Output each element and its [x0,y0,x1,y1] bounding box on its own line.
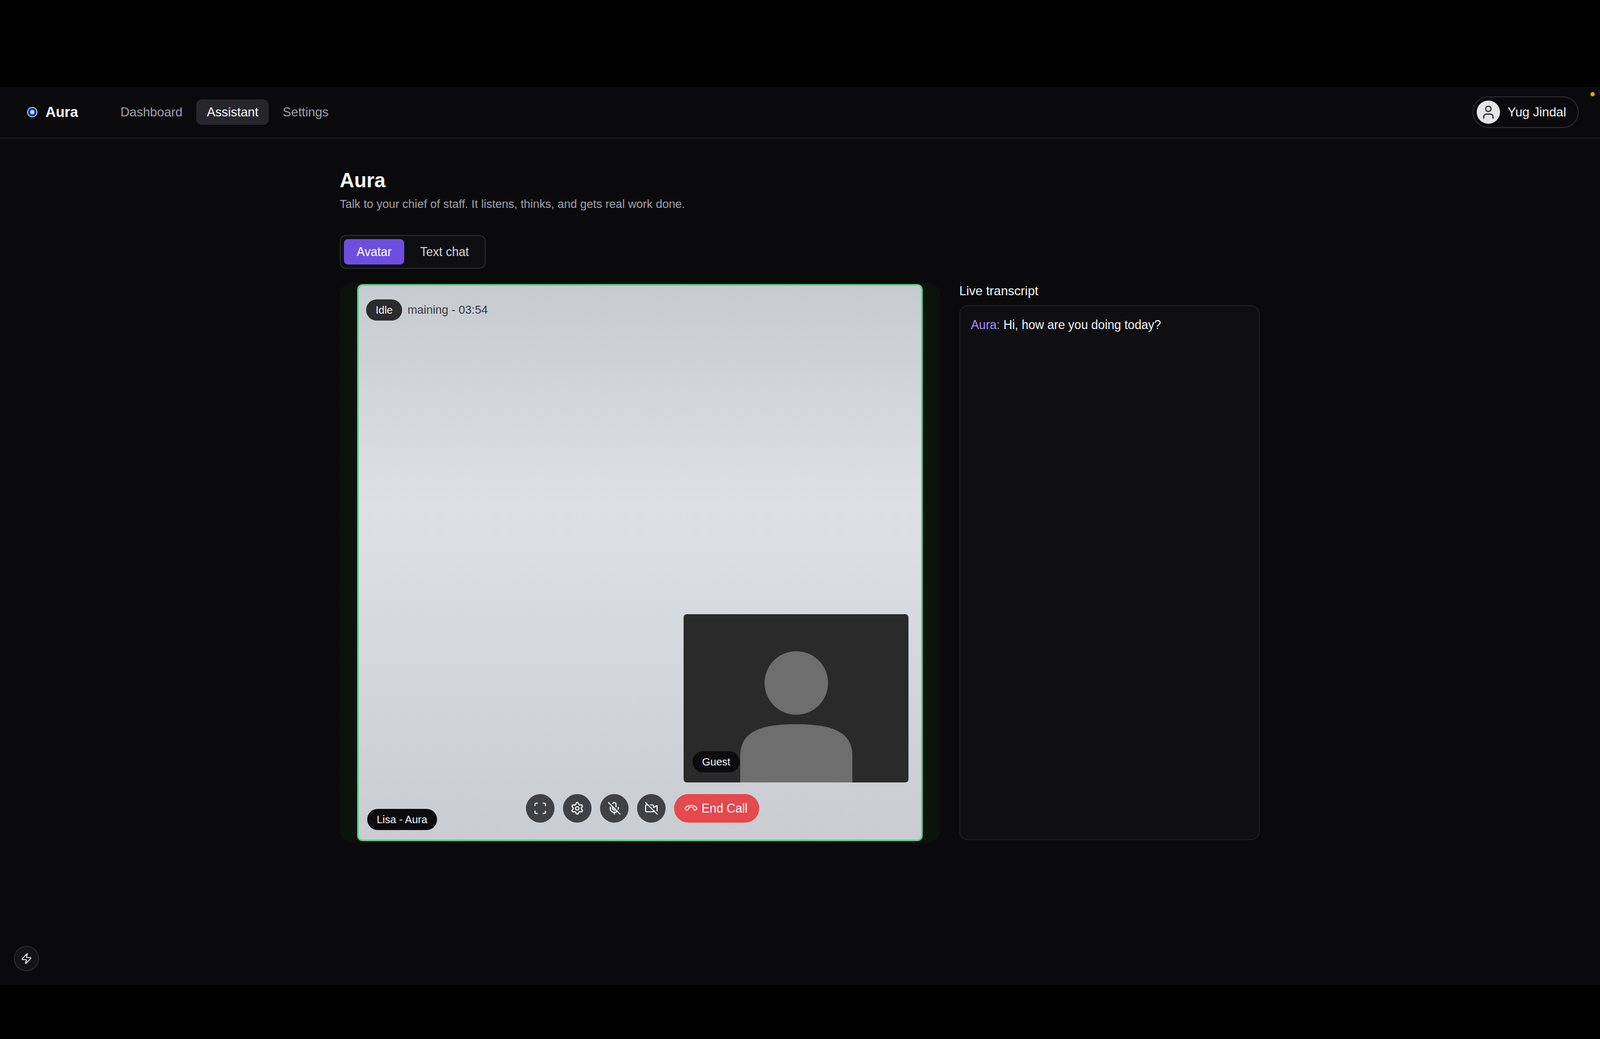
bottom-band [0,985,1600,1039]
end-call-button[interactable]: End Call [674,794,760,823]
main: Aura Talk to your chief of staff. It list… [0,138,1600,843]
mode-tab[interactable]: Avatar [343,239,405,265]
user-name: Yug Jindal [1507,104,1567,120]
timer: maining - 03:54 [407,303,488,317]
mic-off-icon [607,801,622,816]
call-status: Idle maining - 03:54 [366,299,488,321]
user-menu[interactable]: Yug Jindal [1472,96,1579,129]
mode-tab[interactable]: Text chat [407,239,482,265]
nav-item[interactable]: Settings [271,99,340,125]
transcript-box: Aura: Hi, how are you doing today? [959,305,1260,841]
screen: Aura DashboardAssistantSettings Yug Jindal… [0,0,1600,1039]
call-row: Idle maining - 03:54 Guest Lisa - Aura End C… [339,283,1600,843]
camera-button[interactable] [637,794,666,823]
page-subtitle: Talk to your chief of staff. It listens,… [339,196,1600,212]
call-controls: End Call [525,794,760,823]
brand-name: Aura [45,104,79,121]
notification-dot [1590,92,1595,97]
settings-button[interactable] [562,794,592,823]
nav: DashboardAssistantSettings [110,99,340,125]
guest-label: Guest [692,751,740,773]
brand[interactable]: Aura [26,104,79,121]
gear-icon [570,801,585,816]
logo-icon [26,106,39,118]
user-avatar-icon [1476,100,1500,124]
header: Aura DashboardAssistantSettings Yug Jindal [0,86,1600,139]
mic-button[interactable] [600,794,629,823]
transcript-panel: Live transcript Aura: Hi, how are you doi… [959,283,1260,843]
phone-icon [683,801,699,816]
fullscreen-button[interactable] [525,794,555,823]
camera-off-icon [644,801,659,816]
app-window: Aura DashboardAssistantSettings Yug Jindal… [0,86,1600,986]
transcript-entry: Aura: Hi, how are you doing today? [970,316,1249,333]
avatar-video: Idle maining - 03:54 Guest Lisa - Aura End C… [357,284,923,842]
top-band [0,0,1600,87]
nav-item[interactable]: Dashboard [110,99,194,125]
lightning-icon [20,952,33,965]
transcript-title: Live transcript [959,283,1260,299]
fullscreen-icon [533,801,548,816]
speaker: Aura: [970,317,1000,332]
guest-tile: Guest [683,614,909,783]
person-icon [738,650,855,783]
status-badge: Idle [366,299,403,321]
video-card: Idle maining - 03:54 Guest Lisa - Aura End C… [339,283,941,843]
mode-switch: AvatarText chat [339,234,486,269]
quick-action-button[interactable] [13,946,40,972]
nav-item[interactable]: Assistant [196,99,269,125]
agent-label: Lisa - Aura [367,808,438,831]
page-title: Aura [339,168,1600,193]
